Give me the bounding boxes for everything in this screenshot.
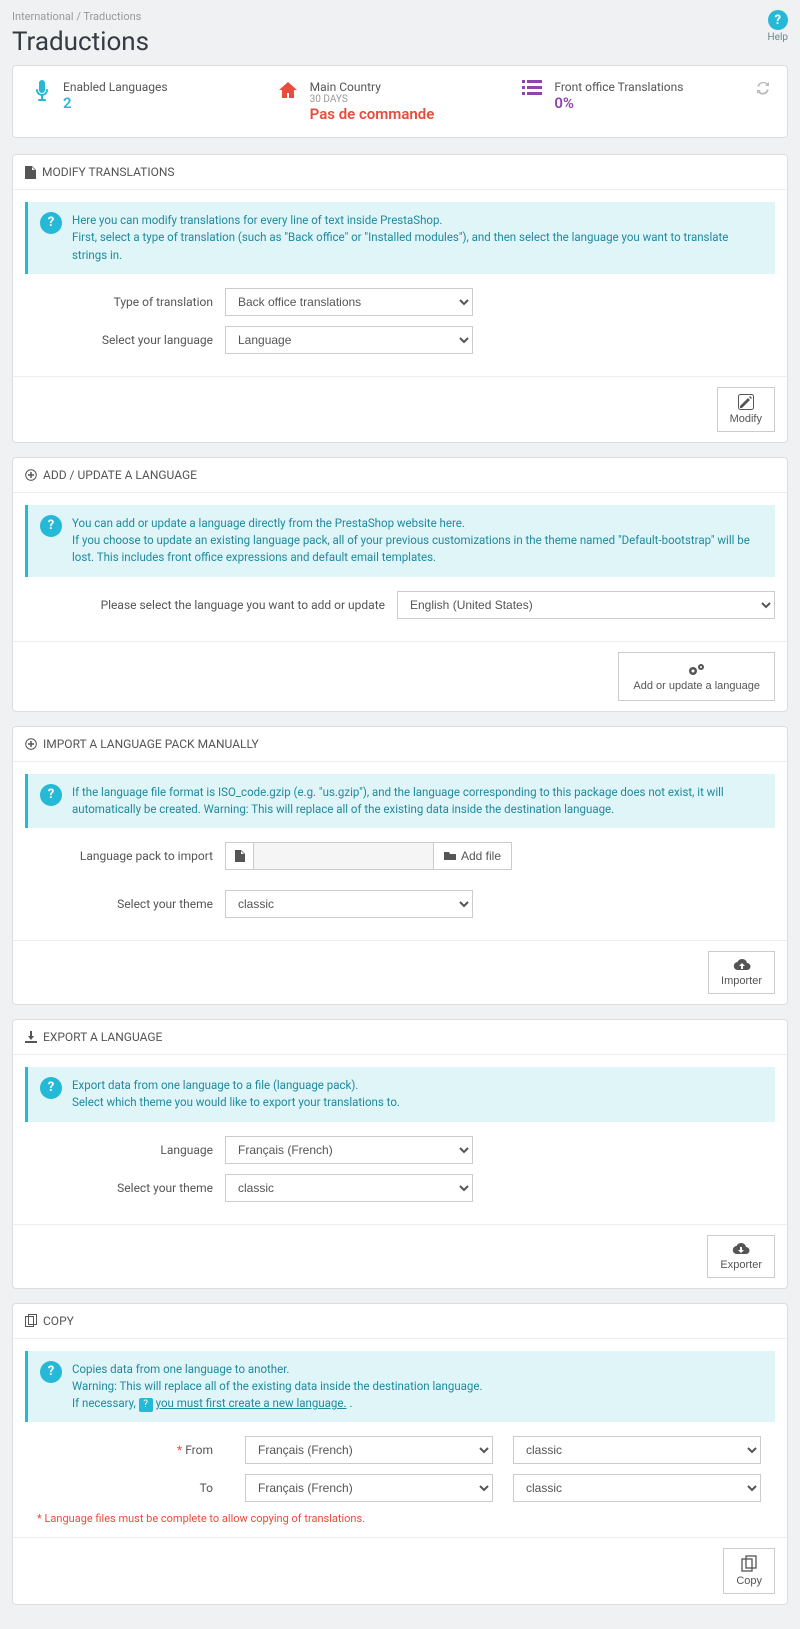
add-language-select[interactable]: English (United States) [397, 591, 775, 619]
copy-from-theme-select[interactable]: classic [513, 1436, 761, 1464]
breadcrumb-current: Traductions [83, 10, 141, 23]
panel-copy-title: COPY [43, 1314, 74, 1328]
export-theme-select[interactable]: classic [225, 1174, 473, 1202]
panel-modify: MODIFY TRANSLATIONS ? Here you can modif… [12, 154, 788, 443]
type-of-translation-select[interactable]: Back office translations [225, 288, 473, 316]
file-input[interactable] [253, 842, 433, 870]
select-language-select[interactable]: Language [225, 326, 473, 354]
panel-export-title: EXPORT A LANGUAGE [43, 1030, 162, 1044]
breadcrumb-parent[interactable]: International [12, 10, 74, 23]
panel-export: EXPORT A LANGUAGE ? Export data from one… [12, 1019, 788, 1289]
copy-from-label: From [185, 1443, 213, 1457]
import-theme-label: Select your theme [25, 897, 225, 911]
copy-icon [741, 1555, 757, 1572]
panel-add-title: ADD / UPDATE A LANGUAGE [43, 468, 197, 482]
copy-icon [25, 1314, 37, 1327]
select-language-label: Select your language [25, 333, 225, 347]
add-update-button[interactable]: Add or update a language [618, 652, 775, 701]
copy-button[interactable]: Copy [723, 1548, 775, 1594]
copy-to-lang-select[interactable]: Français (French) [245, 1474, 493, 1502]
panel-add: ADD / UPDATE A LANGUAGE ? You can add or… [12, 457, 788, 712]
plus-circle-icon [25, 738, 37, 750]
export-lang-label: Language [25, 1143, 225, 1157]
import-theme-select[interactable]: classic [225, 890, 473, 918]
help-button[interactable]: ? Help [768, 10, 788, 43]
stat-translations: Front office Translations 0% [522, 80, 767, 123]
edit-icon [738, 394, 754, 410]
panel-import-title: IMPORT A LANGUAGE PACK MANUALLY [43, 737, 259, 751]
import-button[interactable]: Importer [708, 951, 775, 994]
copy-note: * Language files must be complete to all… [25, 1512, 775, 1525]
cloud-upload-icon [733, 958, 751, 972]
panel-modify-title: MODIFY TRANSLATIONS [42, 165, 175, 179]
cloud-download-icon [732, 1242, 750, 1256]
info-modify: ? Here you can modify translations for e… [25, 202, 775, 274]
panel-import: IMPORT A LANGUAGE PACK MANUALLY ? If the… [12, 726, 788, 1006]
info-add: ? You can add or update a language direc… [25, 505, 775, 577]
page-title: Traductions [12, 27, 149, 57]
create-language-link[interactable]: you must first create a new language. [156, 1396, 347, 1410]
stats-card: Enabled Languages 2 Main Country 30 DAYS… [12, 65, 788, 138]
download-icon [25, 1031, 37, 1043]
copy-from-lang-select[interactable]: Français (French) [245, 1436, 493, 1464]
stat-main-country: Main Country 30 DAYS Pas de commande [278, 80, 523, 123]
plus-circle-icon [25, 469, 37, 481]
refresh-icon[interactable] [755, 80, 771, 96]
info-export: ? Export data from one language to a fil… [25, 1067, 775, 1122]
add-file-button[interactable]: Add file [433, 842, 512, 870]
help-icon: ? [768, 10, 788, 30]
folder-icon [444, 851, 456, 861]
gears-icon [687, 661, 707, 677]
question-icon: ? [40, 784, 62, 806]
panel-copy: COPY ? Copies data from one language to … [12, 1303, 788, 1606]
add-select-label: Please select the language you want to a… [25, 598, 397, 612]
file-icon [225, 842, 253, 870]
type-of-translation-label: Type of translation [25, 295, 225, 309]
home-icon [278, 80, 298, 100]
modify-button[interactable]: Modify [717, 387, 775, 432]
question-icon: ? [139, 1398, 153, 1412]
question-icon: ? [40, 1361, 62, 1383]
export-lang-select[interactable]: Français (French) [225, 1136, 473, 1164]
info-copy: ? Copies data from one language to anoth… [25, 1351, 775, 1423]
import-pack-label: Language pack to import [25, 849, 225, 863]
file-icon [25, 166, 36, 179]
microphone-icon [33, 80, 51, 102]
question-icon: ? [40, 1077, 62, 1099]
export-button[interactable]: Exporter [707, 1235, 775, 1278]
breadcrumb: International / Traductions [12, 10, 149, 23]
info-import: ? If the language file format is ISO_cod… [25, 774, 775, 829]
question-icon: ? [40, 515, 62, 537]
copy-to-label: To [25, 1481, 225, 1495]
stat-enabled-languages: Enabled Languages 2 [33, 80, 278, 123]
copy-to-theme-select[interactable]: classic [513, 1474, 761, 1502]
list-icon [522, 80, 542, 96]
question-icon: ? [40, 212, 62, 234]
export-theme-label: Select your theme [25, 1181, 225, 1195]
